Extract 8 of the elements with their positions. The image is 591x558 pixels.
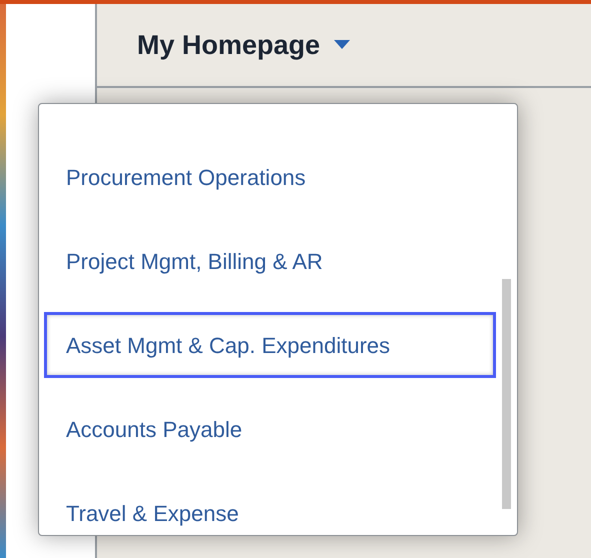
- menu-item[interactable]: Asset Mgmt & Cap. Expenditures: [44, 312, 496, 378]
- menu-item[interactable]: Travel & Expense: [44, 480, 496, 535]
- caret-icon[interactable]: [334, 40, 350, 50]
- scrollbar-thumb[interactable]: [502, 279, 511, 509]
- menu-item[interactable]: Project Mgmt, Billing & AR: [44, 228, 496, 294]
- menu-item[interactable]: Procurement Operations: [44, 144, 496, 210]
- menu-item[interactable]: Accounts Payable: [44, 396, 496, 462]
- page-title[interactable]: My Homepage: [137, 24, 320, 66]
